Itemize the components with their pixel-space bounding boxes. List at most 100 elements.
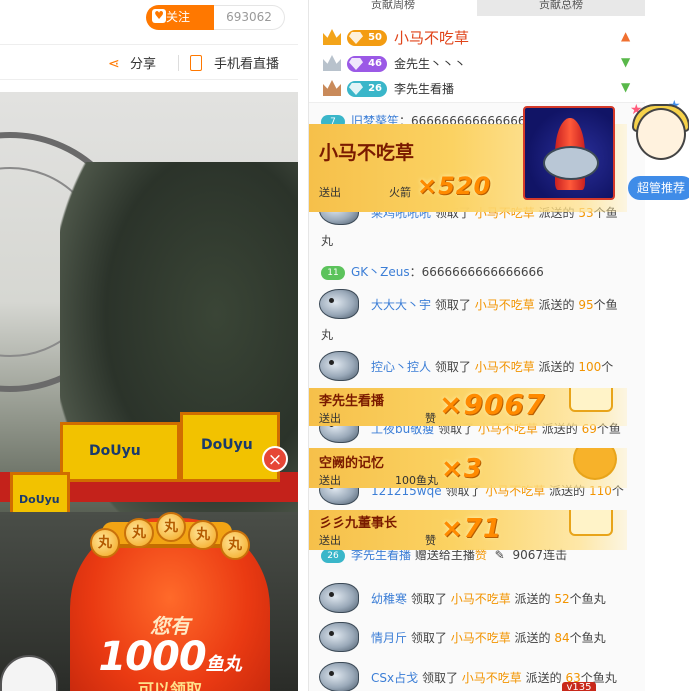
crown-icon bbox=[323, 80, 341, 96]
claim-mid: 派送的 bbox=[525, 671, 562, 685]
booth-sign-text: DoUyu bbox=[19, 493, 60, 506]
claim-sender[interactable]: 小马不吃草 bbox=[451, 592, 511, 606]
claim-unit: 个鱼丸 bbox=[569, 592, 606, 606]
trend-up-icon: ▲ bbox=[621, 29, 631, 43]
claim-sender[interactable]: 小马不吃草 bbox=[475, 298, 535, 312]
claim-user[interactable]: 幼稚寒 bbox=[371, 592, 407, 606]
fishball-coin-icon: 丸 bbox=[156, 512, 186, 542]
diamond-icon bbox=[349, 32, 363, 44]
popup-gift: 火箭 bbox=[389, 186, 411, 199]
fish-avatar-icon bbox=[319, 351, 359, 381]
recommend-button[interactable]: 超管推荐 bbox=[628, 176, 689, 200]
claim-user[interactable]: 情月斤 bbox=[371, 631, 407, 645]
claim-line: 大大大丶宇 领取了 小马不吃草 派送的 95个鱼 bbox=[371, 297, 618, 313]
leaderboard-tabs: 贡献周榜 贡献总榜 bbox=[309, 0, 645, 16]
leader-name[interactable]: 小马不吃草 bbox=[394, 27, 469, 48]
fishball-coin-icon: 丸 bbox=[220, 530, 250, 560]
crown-icon bbox=[323, 29, 341, 45]
super-admin-recommend[interactable]: ★ ★ 超管推荐 bbox=[626, 98, 689, 210]
mascot-icon bbox=[636, 108, 686, 160]
level-badge: 26 bbox=[321, 549, 345, 563]
claim-mid: 派送的 bbox=[514, 592, 551, 606]
claim-sender[interactable]: 小马不吃草 bbox=[475, 360, 535, 374]
popup-count: ×3 bbox=[441, 454, 483, 484]
divider bbox=[178, 55, 179, 71]
promo-amount-line: 1000鱼丸 bbox=[70, 634, 270, 680]
level-badge: 26 bbox=[347, 81, 387, 97]
crown-icon bbox=[323, 55, 341, 71]
popup-to: 送出 bbox=[319, 474, 341, 487]
popup-count: ×71 bbox=[441, 514, 502, 544]
diamond-icon bbox=[349, 58, 363, 70]
phone-watch-button[interactable]: 手机看直播 bbox=[190, 53, 279, 72]
booth-sign-text: DoUyu bbox=[89, 443, 141, 459]
gift-combo: 9067连击 bbox=[512, 548, 568, 562]
popup-to: 送出 bbox=[319, 186, 341, 199]
popup-gift: 赞 bbox=[425, 534, 436, 547]
level-badge: 11 bbox=[321, 266, 345, 280]
follower-count: 693062 bbox=[214, 5, 285, 30]
level-tag: v135 bbox=[562, 682, 596, 691]
promo-amount: 1000 bbox=[98, 634, 206, 680]
claim-user[interactable]: CSx占戈 bbox=[371, 671, 418, 685]
share-button[interactable]: ⋖ 分享 bbox=[108, 53, 156, 72]
claim-count: 52 bbox=[554, 592, 570, 606]
popup-gift: 赞 bbox=[425, 412, 436, 425]
booth-sign: DoUyu bbox=[180, 412, 280, 482]
share-bar: ⋖ 分享 手机看直播 bbox=[0, 44, 298, 80]
claim-wrap: 丸 bbox=[321, 328, 334, 342]
thumbs-up-icon bbox=[569, 510, 613, 536]
follow-button[interactable]: ♥ 关注 bbox=[146, 5, 214, 30]
heart-icon: ♥ bbox=[152, 9, 166, 23]
claim-verb: 领取了 bbox=[434, 298, 471, 312]
claim-mid: 派送的 bbox=[538, 298, 575, 312]
leaderboard-row[interactable]: 46 金先生丶丶丶 ▼ bbox=[309, 52, 645, 77]
level-badge: 46 bbox=[347, 56, 387, 72]
leader-name[interactable]: 金先生丶丶丶 bbox=[394, 55, 466, 72]
fish-avatar-icon bbox=[319, 289, 359, 319]
phone-icon bbox=[190, 55, 202, 71]
booth-sign: DoUyu bbox=[60, 422, 180, 482]
fish-avatar-icon bbox=[319, 622, 359, 652]
fish-avatar-icon bbox=[319, 662, 359, 691]
claim-user[interactable]: 大大大丶宇 bbox=[371, 298, 431, 312]
claim-mid: 派送的 bbox=[538, 360, 575, 374]
trend-down-icon: ▼ bbox=[621, 80, 631, 94]
popup-sender: 空阙的记忆 bbox=[319, 456, 385, 471]
popup-sender: 彡彡九董事长 bbox=[319, 516, 398, 531]
share-label: 分享 bbox=[130, 57, 157, 72]
leader-name[interactable]: 李先生看播 bbox=[394, 80, 454, 97]
fishball-coin-icon: 丸 bbox=[90, 528, 120, 558]
fish-avatar-icon bbox=[319, 583, 359, 613]
claim-verb: 领取了 bbox=[421, 671, 458, 685]
claim-count: 95 bbox=[578, 298, 594, 312]
tab-weekly[interactable]: 贡献周榜 bbox=[309, 0, 477, 16]
trend-down-icon: ▼ bbox=[621, 55, 631, 69]
level-badge: 50 bbox=[347, 30, 387, 46]
claim-sender[interactable]: 小马不吃草 bbox=[451, 631, 511, 645]
close-promo-button[interactable]: × bbox=[262, 446, 288, 472]
claim-line: 幼稚寒 领取了 小马不吃草 派送的 52个鱼丸 bbox=[371, 591, 606, 607]
gift-user[interactable]: 李先生看播 bbox=[351, 548, 411, 562]
claim-wrap: 丸 bbox=[321, 234, 334, 248]
diamond-icon bbox=[349, 83, 363, 95]
leaderboard-row[interactable]: 50 小马不吃草 ▲ bbox=[309, 26, 645, 51]
popup-to: 送出 bbox=[319, 412, 341, 425]
fishball-icon bbox=[573, 448, 617, 480]
claim-sender[interactable]: 小马不吃草 bbox=[462, 671, 522, 685]
tab-total[interactable]: 贡献总榜 bbox=[477, 0, 645, 16]
gift-name: 赞 bbox=[474, 548, 487, 562]
claim-line: 情月斤 领取了 小马不吃草 派送的 84个鱼丸 bbox=[371, 630, 606, 646]
popup-count: ×9067 bbox=[439, 388, 546, 421]
claim-count: 100 bbox=[578, 360, 602, 374]
popup-count: ×520 bbox=[417, 172, 492, 200]
gift-popup: 空阙的记忆 送出 100鱼丸 ×3 bbox=[309, 448, 627, 488]
claim-line: 控心丶控人 领取了 小马不吃草 派送的 100个 bbox=[371, 359, 613, 375]
claim-unit: 个鱼 bbox=[593, 298, 618, 312]
claim-user[interactable]: 控心丶控人 bbox=[371, 360, 431, 374]
leaderboard-row[interactable]: 26 李先生看播 ▼ bbox=[309, 77, 645, 102]
claim-verb: 领取了 bbox=[410, 592, 447, 606]
promo-line-3: 可以领取 bbox=[137, 680, 202, 691]
chat-user[interactable]: GK丶Zeus bbox=[351, 265, 410, 279]
follow-bar: ♥ 关注 693062 bbox=[0, 0, 298, 36]
